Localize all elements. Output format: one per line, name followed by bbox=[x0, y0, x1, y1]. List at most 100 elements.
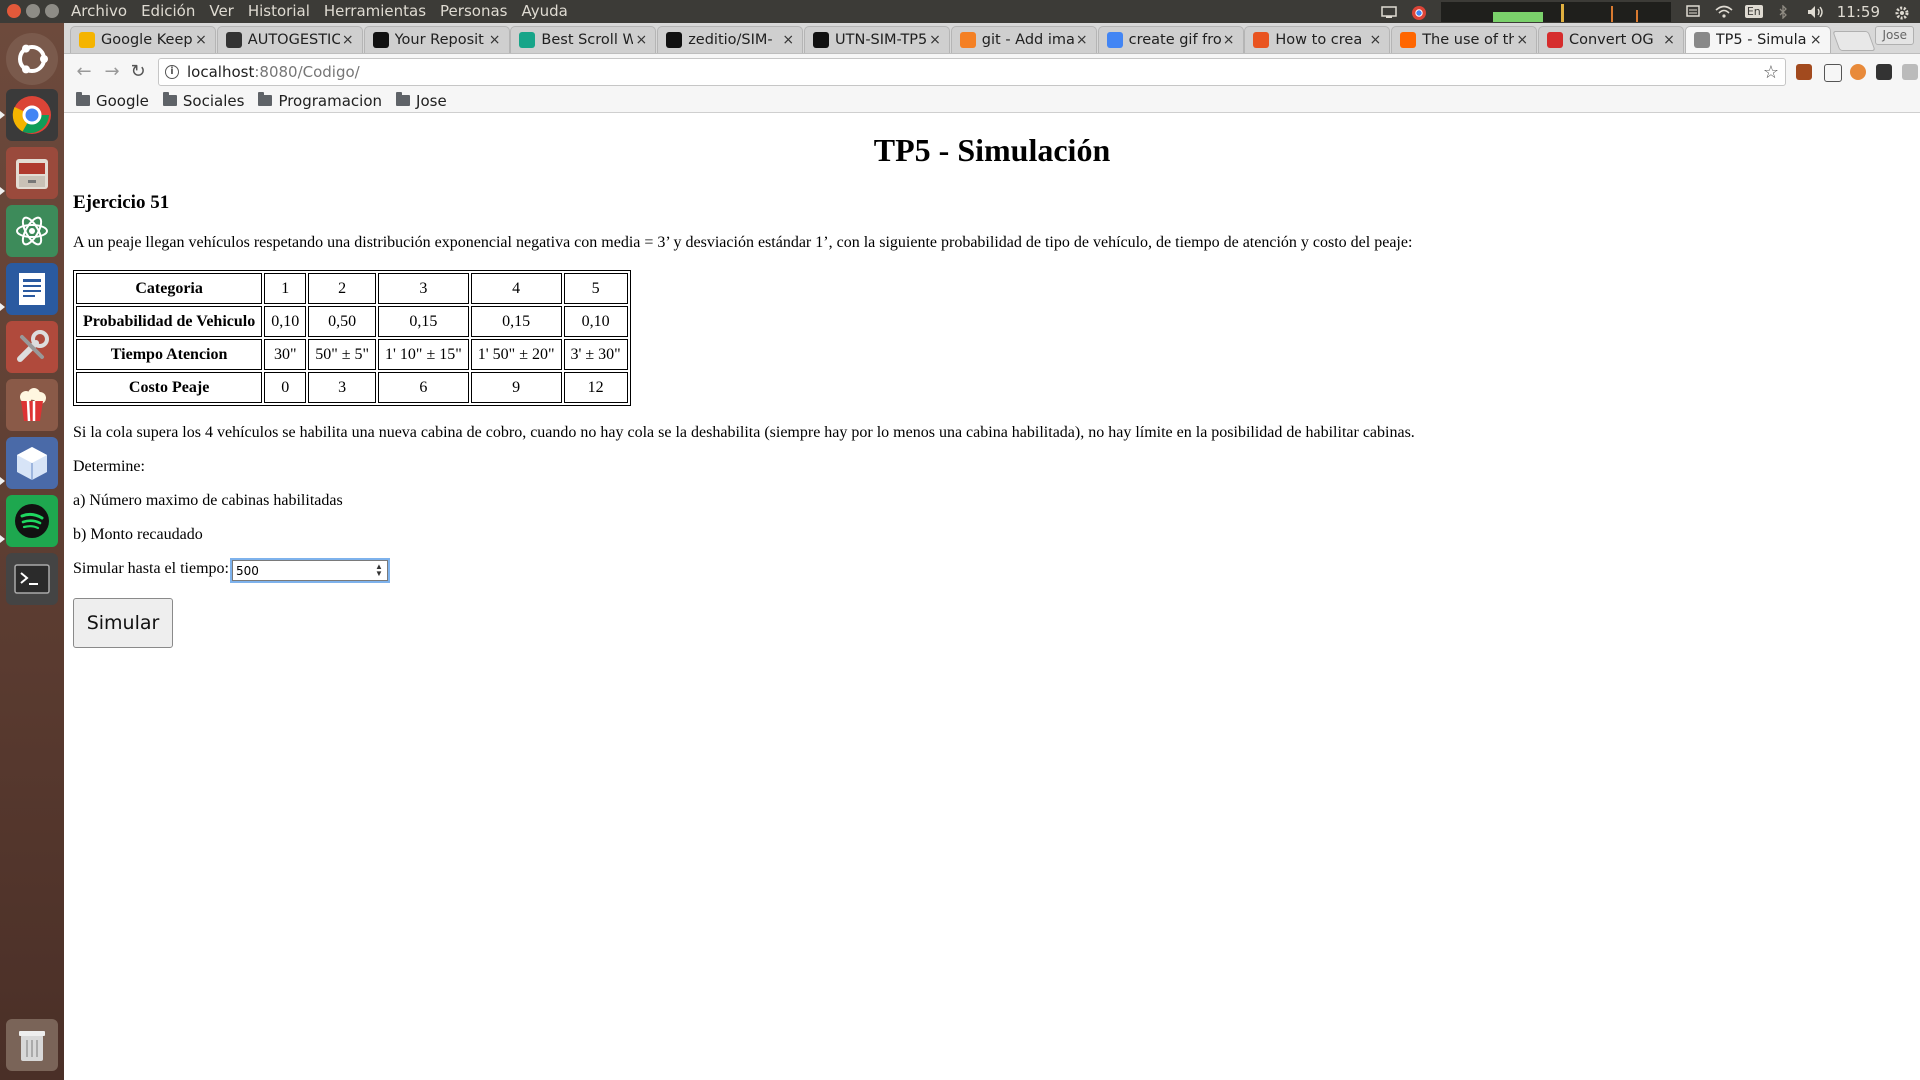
launcher-trash[interactable] bbox=[6, 1019, 58, 1071]
launcher-running-indicator bbox=[0, 535, 5, 543]
launcher-writer[interactable] bbox=[6, 263, 58, 315]
launcher-virtualbox[interactable] bbox=[6, 437, 58, 489]
menu-herramientas[interactable]: Herramientas bbox=[324, 2, 426, 20]
tab-close-icon[interactable]: × bbox=[780, 32, 796, 48]
extension-incognito-icon[interactable] bbox=[1876, 64, 1892, 80]
tab-close-icon[interactable]: × bbox=[1808, 32, 1824, 48]
bookmark-folder-jose[interactable]: Jose bbox=[396, 92, 447, 110]
launcher-chrome[interactable] bbox=[6, 89, 58, 141]
tab-close-icon[interactable]: × bbox=[1514, 32, 1530, 48]
bookmark-folder-google[interactable]: Google bbox=[76, 92, 149, 110]
terminal-icon bbox=[14, 564, 50, 594]
chrome-icon bbox=[12, 96, 51, 134]
browser-tab[interactable]: create gif fro × bbox=[1097, 26, 1244, 53]
tab-close-icon[interactable]: × bbox=[927, 32, 943, 48]
question-a: a) Número maximo de cabinas habilitadas bbox=[73, 492, 343, 509]
simulation-time-input[interactable] bbox=[230, 558, 390, 583]
tab-close-icon[interactable]: × bbox=[487, 32, 503, 48]
forward-arrow-icon[interactable]: → bbox=[100, 60, 124, 84]
browser-tab[interactable]: Google Keep × bbox=[70, 26, 216, 53]
volume-icon[interactable] bbox=[1807, 5, 1823, 19]
launcher-running-indicator bbox=[0, 477, 5, 485]
bookmark-folder-sociales[interactable]: Sociales bbox=[162, 92, 244, 110]
launcher-atom[interactable] bbox=[6, 205, 58, 257]
url-host: localhost bbox=[187, 63, 255, 81]
folder-icon bbox=[162, 92, 177, 106]
launcher-system-settings[interactable] bbox=[6, 321, 58, 373]
clock[interactable]: 11:59 bbox=[1837, 3, 1880, 21]
folder-icon bbox=[258, 92, 273, 106]
back-arrow-icon[interactable]: ← bbox=[72, 60, 96, 84]
browser-tab[interactable]: Best Scroll W × bbox=[510, 26, 657, 53]
bookmark-folder-programacion[interactable]: Programacion bbox=[258, 92, 382, 110]
hackernews-icon bbox=[1400, 32, 1417, 48]
menu-personas[interactable]: Personas bbox=[440, 2, 507, 20]
browser-tab[interactable]: zeditio/SIM- × bbox=[657, 26, 804, 53]
launcher-popcorn-time[interactable] bbox=[6, 379, 58, 431]
menu-edicion[interactable]: Edición bbox=[141, 2, 195, 20]
browser-tab[interactable]: Your Reposit × bbox=[363, 26, 510, 53]
launcher-terminal[interactable] bbox=[6, 553, 58, 605]
table-cell: 0,50 bbox=[308, 306, 377, 337]
rule-paragraph: Si la cola supera los 4 vehículos se hab… bbox=[73, 424, 1415, 441]
browser-tab[interactable]: The use of th × bbox=[1391, 26, 1538, 53]
table-cell: 12 bbox=[563, 372, 628, 403]
tab-close-icon[interactable]: × bbox=[340, 32, 356, 48]
table-cell: 2 bbox=[308, 273, 377, 304]
window-close-button[interactable] bbox=[7, 4, 21, 18]
spotify-icon bbox=[15, 504, 49, 538]
table-cell: 4 bbox=[470, 273, 562, 304]
menu-historial[interactable]: Historial bbox=[248, 2, 310, 20]
window-minimize-button[interactable] bbox=[26, 4, 40, 18]
tab-label: AUTOGESTIC bbox=[247, 32, 340, 48]
bookmark-star-icon[interactable]: ☆ bbox=[1763, 60, 1779, 86]
system-monitor-graph bbox=[1440, 1, 1671, 22]
launcher-files[interactable] bbox=[6, 147, 58, 199]
reload-icon[interactable]: ↻ bbox=[126, 60, 150, 84]
tab-close-icon[interactable]: × bbox=[1074, 32, 1090, 48]
address-bar[interactable]: i localhost:8080/Codigo/ ☆ bbox=[158, 58, 1786, 86]
wifi-icon[interactable] bbox=[1715, 5, 1733, 19]
window-maximize-button[interactable] bbox=[45, 4, 59, 18]
launcher-spotify[interactable] bbox=[6, 495, 58, 547]
extension-gray-icon[interactable] bbox=[1902, 64, 1918, 80]
browser-tab[interactable]: UTN-SIM-TP5 × bbox=[804, 26, 950, 53]
browser-tab[interactable]: How to crea × bbox=[1244, 26, 1391, 53]
menu-archivo[interactable]: Archivo bbox=[71, 2, 127, 20]
extension-k-icon[interactable] bbox=[1796, 64, 1812, 80]
tab-close-icon[interactable]: × bbox=[633, 32, 649, 48]
intro-paragraph: A un peaje llegan vehículos respetando u… bbox=[73, 234, 1413, 251]
menu-ver[interactable]: Ver bbox=[209, 2, 234, 20]
new-tab-button[interactable] bbox=[1832, 31, 1876, 51]
messaging-icon[interactable] bbox=[1685, 4, 1701, 19]
bluetooth-icon[interactable] bbox=[1777, 3, 1793, 20]
menu-ayuda[interactable]: Ayuda bbox=[521, 2, 567, 20]
keyboard-layout-indicator[interactable]: En bbox=[1744, 5, 1763, 18]
autogestion-icon bbox=[225, 32, 242, 48]
tab-label: git - Add ima bbox=[981, 32, 1074, 48]
simulate-button[interactable]: Simular bbox=[73, 598, 173, 648]
settings-gear-icon[interactable] bbox=[1894, 5, 1910, 19]
launcher-ubuntu-dash[interactable] bbox=[6, 33, 58, 85]
tab-label: Google Keep bbox=[101, 32, 193, 48]
determine-label: Determine: bbox=[73, 458, 145, 475]
tab-close-icon[interactable]: × bbox=[1221, 32, 1237, 48]
browser-tab[interactable]: git - Add ima × bbox=[950, 26, 1097, 53]
tab-close-icon[interactable]: × bbox=[193, 32, 209, 48]
browser-tab[interactable]: AUTOGESTIC × bbox=[216, 26, 363, 53]
cast-icon[interactable] bbox=[1824, 64, 1842, 82]
browser-tab[interactable]: Convert OG × bbox=[1538, 26, 1684, 53]
screen-icon[interactable] bbox=[1381, 5, 1397, 19]
page-content: TP5 - Simulación Ejercicio 51 A un peaje… bbox=[64, 114, 1920, 1080]
row-header: Categoria bbox=[76, 273, 263, 304]
info-icon[interactable]: i bbox=[165, 65, 179, 79]
tab-close-icon[interactable]: × bbox=[1661, 32, 1677, 48]
chrome-indicator-icon[interactable] bbox=[1411, 5, 1427, 20]
tab-close-icon[interactable]: × bbox=[1367, 32, 1383, 48]
extension-firefox-like-icon[interactable] bbox=[1850, 64, 1866, 80]
number-spinner-icon[interactable]: ▲ ▼ bbox=[375, 563, 383, 578]
profile-button[interactable]: Jose bbox=[1875, 26, 1914, 45]
table-cell: 3' ± 30" bbox=[563, 339, 628, 370]
cube-icon bbox=[17, 447, 47, 480]
browser-tab[interactable]: TP5 - Simula × bbox=[1684, 26, 1831, 53]
